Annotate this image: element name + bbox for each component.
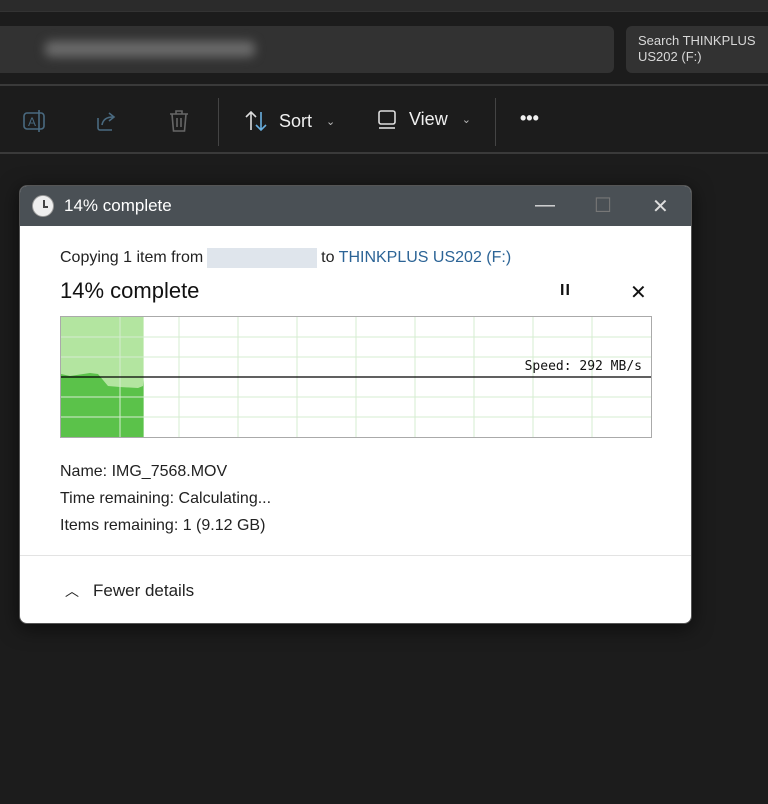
- close-button[interactable]: ✕: [652, 194, 669, 219]
- more-options-button[interactable]: •••: [520, 108, 539, 129]
- separator: [495, 98, 496, 146]
- fewer-details-button[interactable]: ︿ Fewer details: [65, 581, 194, 601]
- share-button[interactable]: [94, 108, 120, 134]
- minimize-button[interactable]: —: [535, 194, 555, 217]
- divider: [20, 555, 691, 556]
- sort-label: Sort: [279, 110, 313, 131]
- pause-button[interactable]: II: [560, 282, 571, 300]
- search-input[interactable]: Search THINKPLUS US202 (F:): [626, 26, 768, 73]
- chevron-down-icon: ⌄: [326, 115, 336, 128]
- maximize-button[interactable]: ☐: [594, 193, 612, 218]
- sort-icon: [245, 110, 267, 132]
- cancel-button[interactable]: ✕: [630, 280, 647, 305]
- chevron-up-icon: ︿: [65, 583, 79, 599]
- speed-label: Speed: 292 MB/s: [525, 359, 642, 374]
- copy-description: Copying 1 item from to THINKPLUS US202 (F…: [60, 248, 511, 268]
- svg-text:A: A: [28, 115, 36, 129]
- copy-to: to: [321, 249, 335, 267]
- rename-button[interactable]: A: [22, 108, 48, 134]
- view-button[interactable]: View ⌄: [377, 108, 471, 130]
- window-title: 14% complete: [64, 196, 172, 215]
- view-label: View: [409, 108, 448, 129]
- trash-icon: [170, 110, 188, 132]
- time-remaining: Time remaining: Calculating...: [60, 490, 272, 507]
- sort-button[interactable]: Sort ⌄: [243, 108, 335, 134]
- chevron-down-icon: ⌄: [461, 113, 471, 126]
- destination-link[interactable]: THINKPLUS US202 (F:): [339, 249, 511, 266]
- fewer-details-label: Fewer details: [93, 581, 195, 600]
- throughput-graph: Speed: 292 MB/s: [60, 316, 652, 438]
- separator: [218, 98, 219, 146]
- items-remaining: Items remaining: 1 (9.12 GB): [60, 517, 266, 534]
- clock-icon: [32, 195, 54, 217]
- details: Name: IMG_7568.MOV Time remaining: Calcu…: [60, 458, 271, 539]
- address-bar[interactable]: [0, 26, 614, 73]
- dialog-title-bar: 14% complete — ☐ ✕: [20, 186, 691, 226]
- share-icon: [97, 112, 116, 131]
- view-icon: [378, 110, 396, 129]
- title-bar-strip: [0, 0, 768, 12]
- copy-progress-dialog: 14% complete — ☐ ✕ Copying 1 item from to…: [19, 185, 692, 624]
- progress-heading: 14% complete: [60, 278, 200, 303]
- rename-icon: A: [23, 110, 45, 132]
- file-name: Name: IMG_7568.MOV: [60, 463, 228, 480]
- redacted-path: [45, 41, 255, 57]
- copy-prefix: Copying 1 item from: [60, 249, 204, 267]
- command-bar: A Sort ⌄ View ⌄ •••: [0, 86, 768, 154]
- redacted-source: [207, 248, 318, 268]
- delete-button[interactable]: [166, 108, 192, 134]
